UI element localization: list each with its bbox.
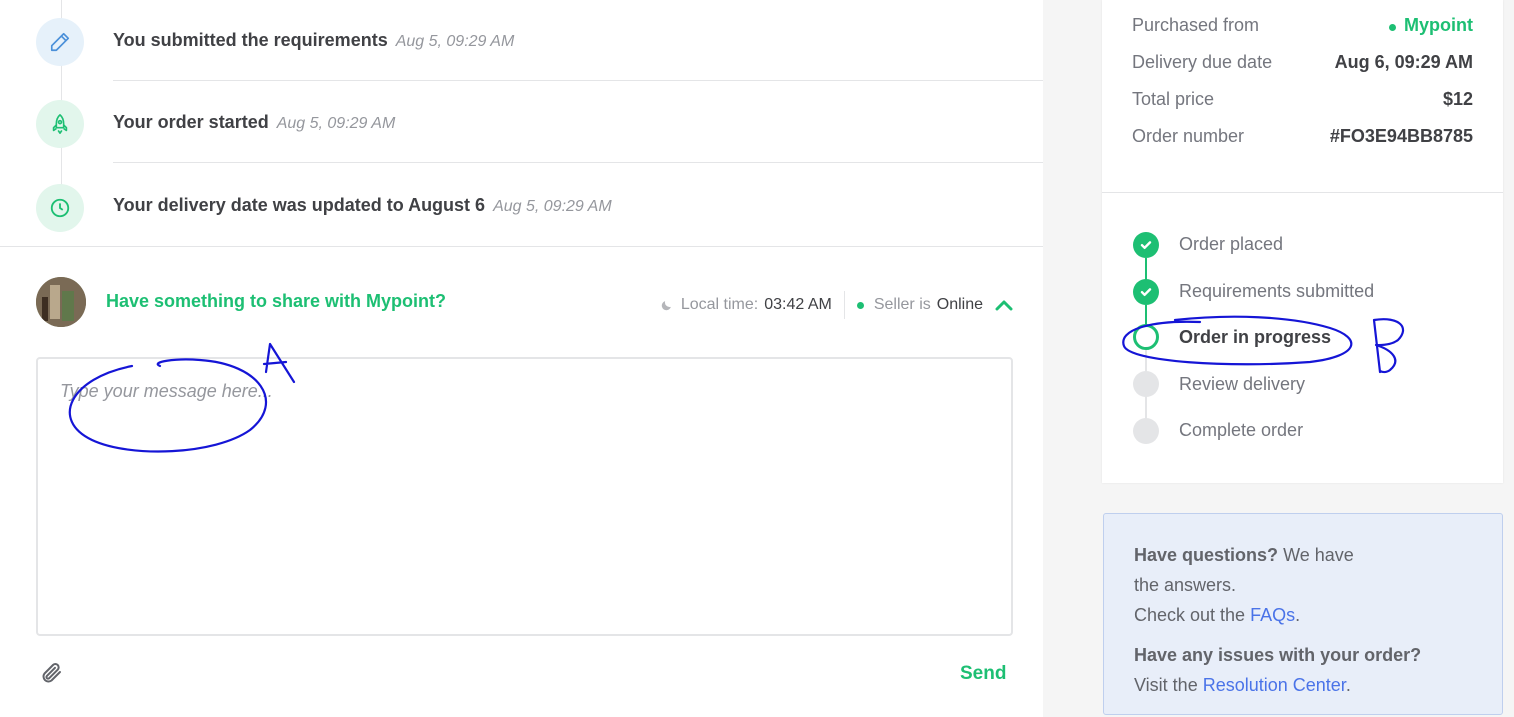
chevron-up-icon[interactable] <box>995 298 1013 312</box>
check-icon <box>1133 232 1159 258</box>
timeline-item-delivery-updated: Your delivery date was updated to August… <box>36 164 1043 246</box>
timeline-divider <box>113 162 1043 163</box>
row-value: #FO3E94BB8785 <box>1329 125 1473 146</box>
clock-icon <box>36 184 84 232</box>
help-issues: Have any issues with your order? <box>1134 645 1422 665</box>
rocket-icon <box>36 100 84 148</box>
row-value: $12 <box>1442 88 1473 109</box>
paperclip-icon[interactable] <box>40 661 64 685</box>
pending-step-icon <box>1133 371 1159 397</box>
status-dot-icon <box>1389 23 1396 31</box>
message-input[interactable] <box>38 359 1011 634</box>
section-divider <box>0 246 1043 247</box>
step-complete-order: Complete order <box>1179 420 1304 440</box>
share-title: Have something to share with Mypoint? <box>106 291 447 311</box>
step-order-in-progress: Order in progress <box>1179 327 1332 347</box>
send-button[interactable]: Send <box>960 663 1006 685</box>
step-requirements-submitted: Requirements submitted <box>1179 281 1375 301</box>
seller-link[interactable]: Mypoint <box>1389 15 1473 36</box>
help-answers: the answers. <box>1134 575 1237 595</box>
resolution-center-link[interactable]: Resolution Center <box>1203 675 1346 695</box>
current-step-icon <box>1133 324 1159 350</box>
seller-meta: Local time: 03:42 AM Seller is Online <box>660 291 1013 319</box>
row-label: Order number <box>1132 125 1245 146</box>
timeline-time: Aug 5, 09:29 AM <box>276 115 396 132</box>
help-questions: Have questions? We have <box>1134 545 1354 565</box>
help-box: Have questions? We have the answers. Che… <box>1103 513 1503 715</box>
progress-line-done <box>1145 258 1147 280</box>
pending-step-icon <box>1133 418 1159 444</box>
step-review-delivery: Review delivery <box>1179 374 1306 394</box>
help-faq: Check out the FAQs. <box>1134 605 1301 625</box>
seller-avatar[interactable] <box>36 277 86 327</box>
timeline-item-order-started: Your order started Aug 5, 09:29 AM <box>36 82 1043 164</box>
order-row-seller: Purchased from Mypoint <box>1132 13 1473 37</box>
moon-icon <box>660 299 673 312</box>
step-order-placed: Order placed <box>1179 234 1284 254</box>
timeline-text: You submitted the requirements Aug 5, 09:… <box>113 30 515 50</box>
meta-divider <box>843 291 845 319</box>
row-value: Aug 6, 09:29 AM <box>1334 51 1473 72</box>
online-dot-icon <box>856 301 864 309</box>
faq-link[interactable]: FAQs <box>1250 605 1295 625</box>
timeline-item-requirements: You submitted the requirements Aug 5, 09:… <box>36 0 1043 82</box>
order-row-total-price: Total price $12 <box>1132 87 1473 111</box>
timeline-time: Aug 5, 09:29 AM <box>493 198 612 215</box>
local-time-label: Local time: <box>680 296 759 313</box>
row-label: Total price <box>1132 88 1215 109</box>
pencil-icon <box>36 18 84 66</box>
card-divider <box>1102 192 1503 193</box>
row-label: Delivery due date <box>1132 51 1273 72</box>
order-activity-pane: You submitted the requirements Aug 5, 09:… <box>0 0 1043 717</box>
check-icon <box>1133 279 1159 305</box>
order-details-card: Purchased from Mypoint Delivery due date… <box>1102 0 1503 483</box>
row-label: Purchased from <box>1132 14 1260 35</box>
order-row-number: Order number #FO3E94BB8785 <box>1132 124 1473 148</box>
seller-status-label: Seller is <box>873 296 931 313</box>
order-row-due-date: Delivery due date Aug 6, 09:29 AM <box>1132 50 1473 74</box>
help-resolution: Visit the Resolution Center. <box>1134 675 1351 695</box>
timeline-text: Your delivery date was updated to August… <box>113 195 612 215</box>
timeline-divider <box>113 80 1043 81</box>
seller-status-value: Online <box>936 296 983 313</box>
timeline-time: Aug 5, 09:29 AM <box>395 33 515 50</box>
timeline-text: Your order started Aug 5, 09:29 AM <box>113 112 396 132</box>
message-box <box>36 357 1013 636</box>
local-time-value: 03:42 AM <box>764 296 832 313</box>
